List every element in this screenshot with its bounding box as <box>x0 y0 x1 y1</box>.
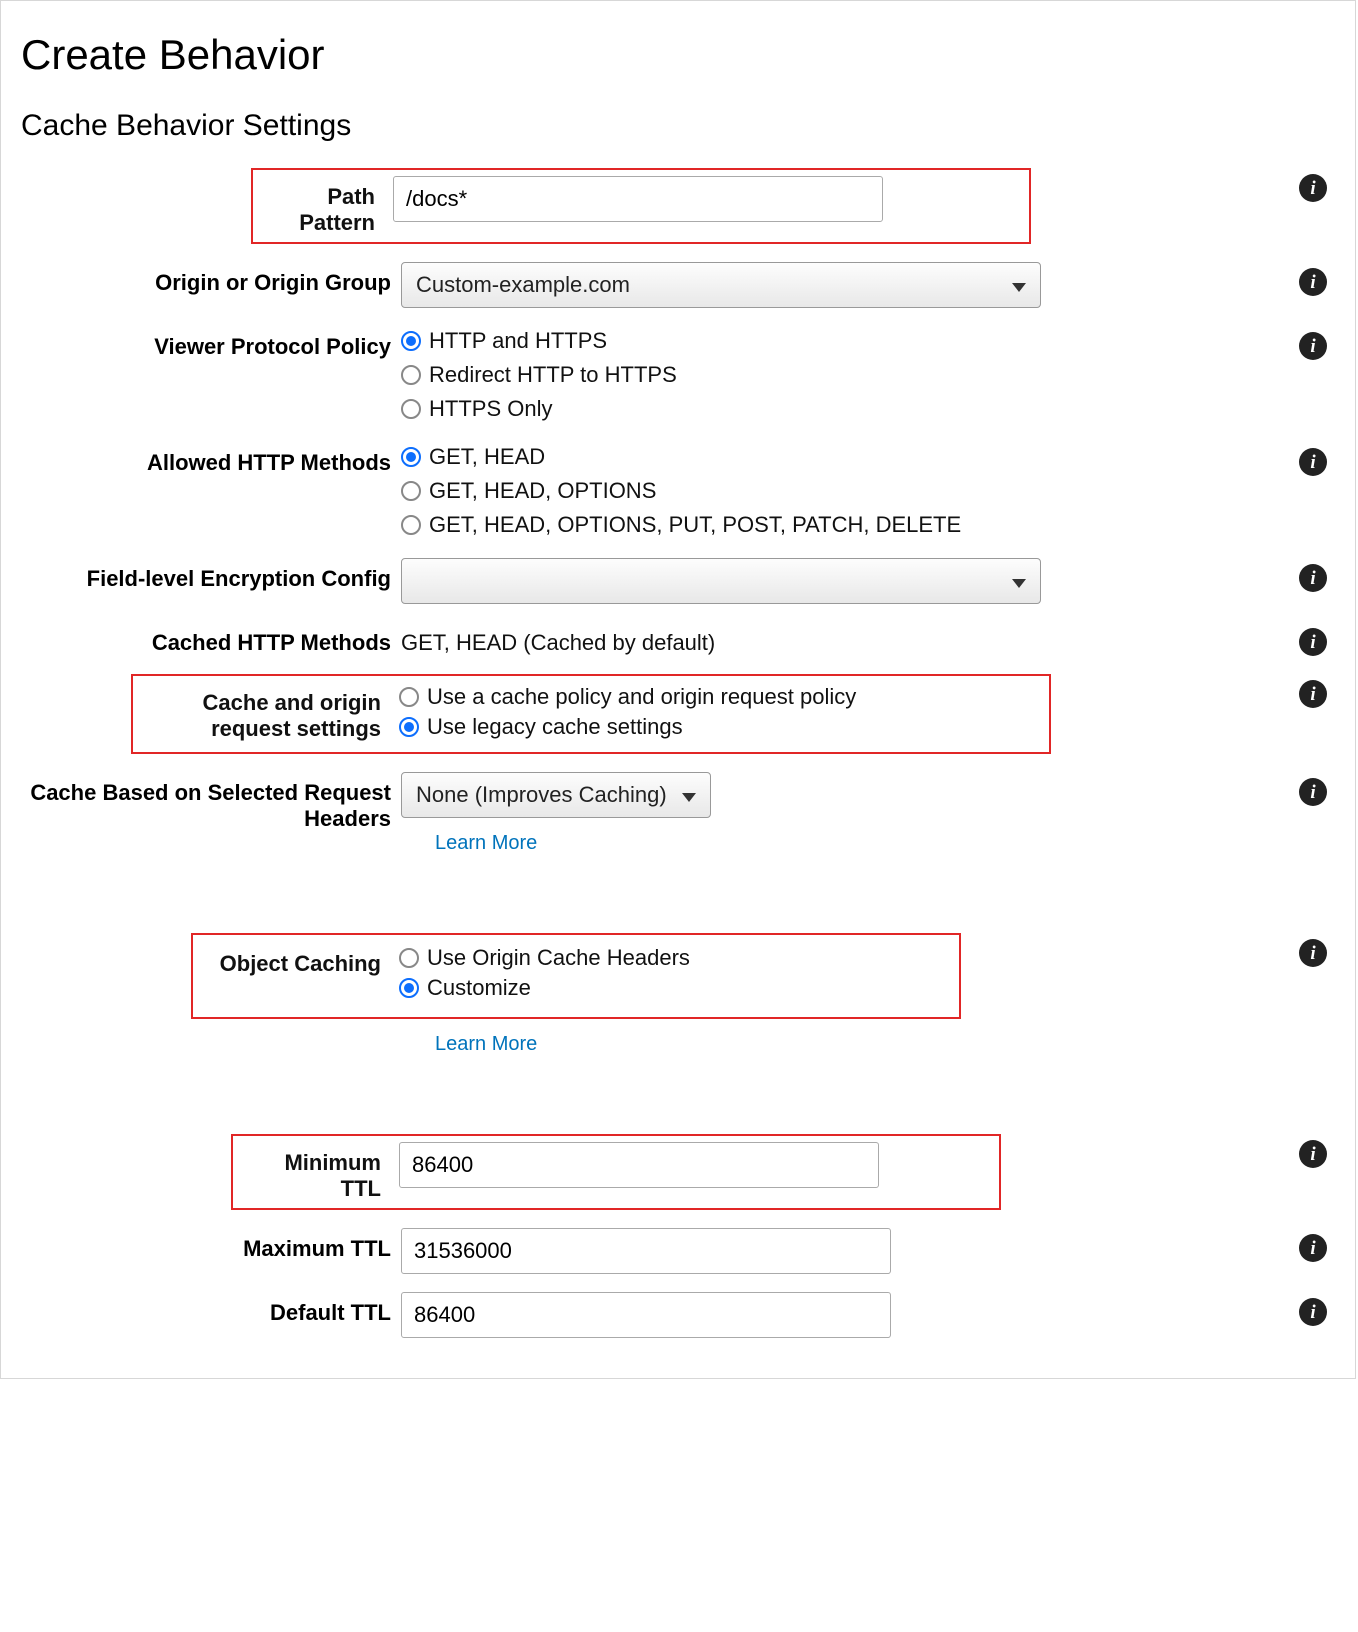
default-ttl-label: Default TTL <box>21 1292 391 1326</box>
allowed-methods-label: Allowed HTTP Methods <box>21 442 391 476</box>
object-caching-highlight: Object Caching Use Origin Cache Headers … <box>191 933 961 1019</box>
cache-headers-label: Cache Based on Selected Request Headers <box>21 772 391 832</box>
chevron-down-icon <box>1012 568 1026 594</box>
radio-http-and-https-label: HTTP and HTTPS <box>429 328 607 354</box>
default-ttl-input[interactable] <box>401 1292 891 1338</box>
info-icon[interactable]: i <box>1299 939 1327 967</box>
radio-use-cache-policy-label: Use a cache policy and origin request po… <box>427 684 856 710</box>
radio-customize[interactable] <box>399 978 419 998</box>
create-behavior-panel: Create Behavior Cache Behavior Settings … <box>0 0 1356 1379</box>
radio-https-only[interactable] <box>401 399 421 419</box>
radio-use-origin-headers[interactable] <box>399 948 419 968</box>
radio-https-only-label: HTTPS Only <box>429 396 552 422</box>
path-pattern-label: Path Pattern <box>263 176 393 236</box>
info-icon[interactable]: i <box>1299 332 1327 360</box>
info-icon[interactable]: i <box>1299 628 1327 656</box>
origin-group-select[interactable]: Custom-example.com <box>401 262 1041 308</box>
info-icon[interactable]: i <box>1299 268 1327 296</box>
viewer-protocol-label: Viewer Protocol Policy <box>21 326 391 360</box>
path-pattern-highlight: Path Pattern <box>251 168 1031 244</box>
info-icon[interactable]: i <box>1299 1140 1327 1168</box>
object-caching-label: Object Caching <box>203 943 399 977</box>
origin-group-value: Custom-example.com <box>416 272 630 298</box>
radio-use-legacy[interactable] <box>399 717 419 737</box>
radio-redirect-http[interactable] <box>401 365 421 385</box>
object-caching-learn-more-link[interactable]: Learn More <box>435 1033 1041 1056</box>
info-icon[interactable]: i <box>1299 1298 1327 1326</box>
radio-get-head-options[interactable] <box>401 481 421 501</box>
cached-methods-value: GET, HEAD (Cached by default) <box>401 622 1041 656</box>
info-icon[interactable]: i <box>1299 778 1327 806</box>
path-pattern-input[interactable] <box>393 176 883 222</box>
max-ttl-label: Maximum TTL <box>21 1228 391 1262</box>
info-icon[interactable]: i <box>1299 1234 1327 1262</box>
radio-customize-label: Customize <box>427 975 531 1001</box>
origin-group-label: Origin or Origin Group <box>21 262 391 296</box>
info-icon[interactable]: i <box>1299 448 1327 476</box>
cache-headers-learn-more-link[interactable]: Learn More <box>435 832 1041 855</box>
section-title: Cache Behavior Settings <box>21 109 1335 143</box>
min-ttl-label: Minimum TTL <box>243 1142 399 1202</box>
radio-use-cache-policy[interactable] <box>399 687 419 707</box>
field-encryption-select[interactable] <box>401 558 1041 604</box>
radio-get-head-options-label: GET, HEAD, OPTIONS <box>429 478 656 504</box>
info-icon[interactable]: i <box>1299 564 1327 592</box>
radio-all-methods-label: GET, HEAD, OPTIONS, PUT, POST, PATCH, DE… <box>429 512 961 538</box>
cached-methods-label: Cached HTTP Methods <box>21 622 391 656</box>
radio-redirect-http-label: Redirect HTTP to HTTPS <box>429 362 677 388</box>
info-icon[interactable]: i <box>1299 174 1327 202</box>
radio-get-head-label: GET, HEAD <box>429 444 545 470</box>
info-icon[interactable]: i <box>1299 680 1327 708</box>
page-title: Create Behavior <box>21 31 1335 79</box>
radio-use-legacy-label: Use legacy cache settings <box>427 714 683 740</box>
chevron-down-icon <box>682 782 696 808</box>
radio-all-methods[interactable] <box>401 515 421 535</box>
radio-use-origin-headers-label: Use Origin Cache Headers <box>427 945 690 971</box>
radio-http-and-https[interactable] <box>401 331 421 351</box>
cache-origin-label: Cache and origin request settings <box>143 682 399 742</box>
chevron-down-icon <box>1012 272 1026 298</box>
min-ttl-input[interactable] <box>399 1142 879 1188</box>
radio-get-head[interactable] <box>401 447 421 467</box>
field-encryption-label: Field-level Encryption Config <box>21 558 391 592</box>
max-ttl-input[interactable] <box>401 1228 891 1274</box>
cache-headers-select[interactable]: None (Improves Caching) <box>401 772 711 818</box>
cache-origin-highlight: Cache and origin request settings Use a … <box>131 674 1051 754</box>
min-ttl-highlight: Minimum TTL <box>231 1134 1001 1210</box>
cache-headers-value: None (Improves Caching) <box>416 782 667 808</box>
